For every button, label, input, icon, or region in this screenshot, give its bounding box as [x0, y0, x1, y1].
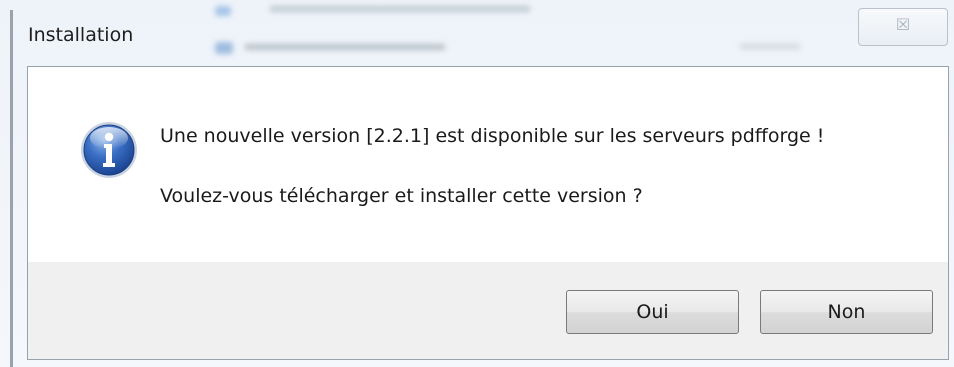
no-button[interactable]: Non: [760, 290, 933, 334]
dialog-content: Une nouvelle version [2.2.1] est disponi…: [27, 66, 949, 360]
blurred-background-content: [200, 0, 820, 62]
installation-dialog-window: Installation ☒ Une nouvelle version [2.2…: [0, 0, 954, 367]
button-bar: Oui Non: [28, 262, 948, 359]
info-icon: [79, 120, 139, 180]
window-title: Installation: [28, 24, 134, 46]
close-button[interactable]: ☒: [858, 8, 948, 46]
yes-button[interactable]: Oui: [566, 290, 739, 334]
message-line-1: Une nouvelle version [2.2.1] est disponi…: [160, 125, 825, 147]
title-bar[interactable]: Installation ☒: [0, 0, 954, 66]
message-line-2: Voulez-vous télécharger et installer cet…: [160, 185, 643, 207]
close-icon: ☒: [895, 15, 911, 34]
